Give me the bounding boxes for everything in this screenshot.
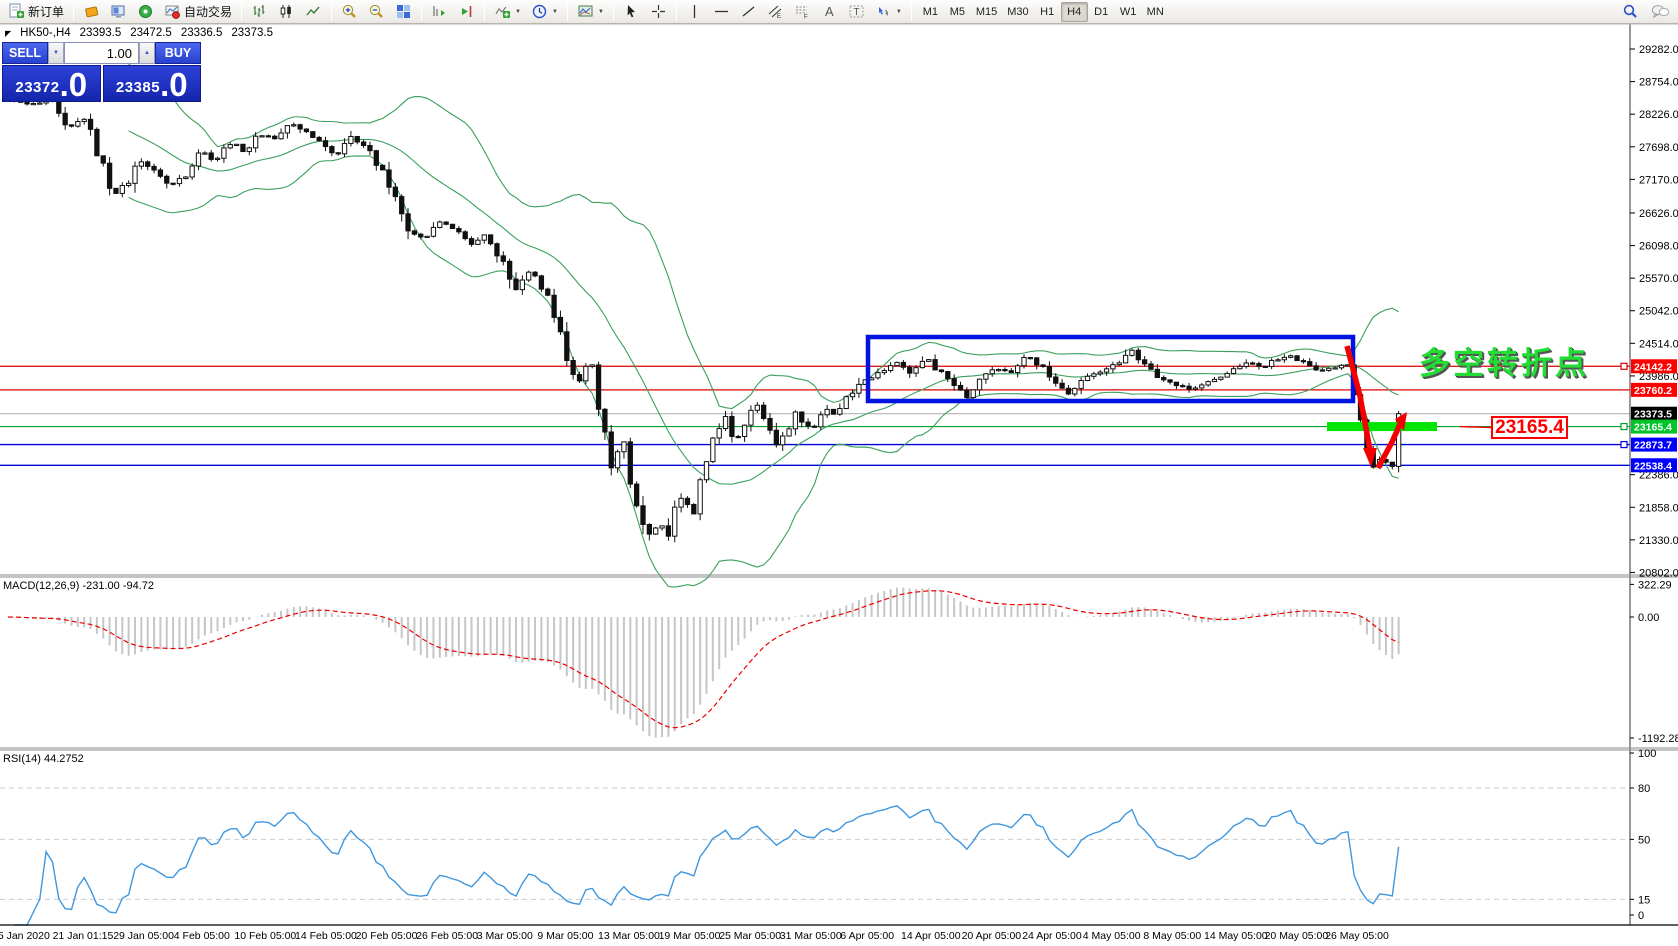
price-tick: 24514.0: [1639, 338, 1678, 350]
chart-canvas[interactable]: 29282.0 28754.0 28226.0 27698.0 27170.0 26626…: [0, 0, 1678, 946]
time-axis-label: 24 Apr 05:00: [1022, 930, 1082, 942]
price-level-badge: 23373.5: [1634, 409, 1672, 421]
low-value: 23336.5: [180, 27, 223, 39]
rsi-tick: 0: [1638, 910, 1644, 922]
time-axis-label: 14 May 05:00: [1204, 930, 1268, 942]
macd-label: MACD(12,26,9) -231.00 -94.72: [3, 580, 155, 592]
time-axis-label: 14 Apr 05:00: [901, 930, 961, 942]
price-tick: 21330.0: [1639, 535, 1678, 547]
time-axis-label: 3 Mar 05:00: [477, 930, 533, 942]
symbol-marker-icon: ◤: [5, 28, 12, 38]
time-axis-label: 6 Apr 05:00: [840, 930, 894, 942]
chart-ohlc-header: ◤ HK50-,H4 23393.5 23472.5 23336.5 23373…: [5, 27, 273, 39]
sell-button[interactable]: SELL: [2, 42, 48, 64]
volume-input[interactable]: [64, 42, 139, 64]
price-tick: 28226.0: [1639, 109, 1678, 121]
price-level-badge: 24142.2: [1634, 361, 1672, 373]
rsi-tick: 100: [1638, 748, 1656, 760]
price-level-badge: 22873.7: [1634, 440, 1672, 452]
price-level-badge: 23760.2: [1634, 385, 1672, 397]
time-axis-label: 20 May 05:00: [1265, 930, 1329, 942]
price-level-badge: 22538.4: [1634, 460, 1672, 472]
time-axis-label: 21 Jan 01:15: [53, 930, 114, 942]
time-axis-label: 13 Mar 05:00: [598, 930, 660, 942]
rsi-label: RSI(14) 44.2752: [3, 753, 84, 765]
time-axis-label: 19 Mar 05:00: [659, 930, 721, 942]
turning-point-annotation[interactable]: 多空转折点: [1419, 338, 1589, 383]
sell-price-frac: .0: [59, 66, 88, 103]
price-tick: 27698.0: [1639, 142, 1678, 154]
buy-price-display[interactable]: 23385 .0: [102, 65, 201, 103]
price-callout-box[interactable]: 23165.4: [1491, 416, 1568, 439]
volume-increase-button[interactable]: ▲: [139, 42, 155, 64]
time-axis-label: 20 Apr 05:00: [962, 930, 1022, 942]
macd-tick: -1192.28: [1638, 733, 1678, 745]
sell-price-display[interactable]: 23372 .0: [2, 65, 101, 102]
price-tick: 28754.0: [1639, 77, 1678, 89]
buy-button[interactable]: BUY: [155, 42, 201, 64]
time-axis-label: 26 Feb 05:00: [416, 930, 478, 942]
time-axis-label: 4 Feb 05:00: [174, 930, 230, 942]
open-value: 23393.5: [79, 27, 122, 39]
high-value: 23472.5: [130, 27, 172, 39]
buy-price-int: 23385: [115, 79, 161, 96]
volume-decrease-button[interactable]: ▼: [48, 42, 64, 64]
buy-price-frac: .0: [160, 66, 188, 103]
time-axis-label: 15 Jan 2020: [0, 930, 50, 942]
price-tick: 25042.0: [1639, 306, 1678, 318]
time-axis-label: 9 Mar 05:00: [537, 930, 593, 942]
price-tick: 27170.0: [1639, 174, 1678, 186]
time-axis-label: 29 Jan 05:00: [113, 930, 174, 942]
symbol-period: HK50-,H4: [20, 27, 71, 39]
time-axis-label: 4 May 05:00: [1083, 930, 1141, 942]
time-axis-label: 20 Feb 05:00: [356, 930, 418, 942]
trading-platform-window: 新订单 自动交易 ▼ ▼ ▼ E F A T ▼ M1 M5 M15 M30 H…: [0, 0, 1678, 946]
price-tick: 26098.0: [1639, 241, 1678, 253]
price-tick: 26626.0: [1639, 208, 1678, 220]
time-axis-label: 10 Feb 05:00: [234, 930, 296, 942]
rsi-tick: 80: [1638, 783, 1650, 795]
price-level-badge: 23165.4: [1634, 422, 1672, 434]
price-tick: 25570.0: [1639, 273, 1678, 285]
price-tick: 21858.0: [1639, 502, 1678, 514]
macd-tick: 322.29: [1638, 579, 1672, 591]
price-tick: 29282.0: [1639, 44, 1678, 56]
rsi-tick: 15: [1638, 894, 1650, 906]
sell-price-int: 23372: [15, 79, 60, 96]
macd-tick: 0.00: [1638, 612, 1659, 624]
time-axis-label: 26 May 05:00: [1325, 930, 1389, 942]
price-tick: 20802.0: [1639, 567, 1678, 579]
rsi-tick: 50: [1638, 834, 1650, 846]
close-value: 23373.5: [231, 27, 273, 39]
time-axis-label: 8 May 05:00: [1143, 930, 1201, 942]
time-axis-label: 14 Feb 05:00: [295, 930, 357, 942]
time-axis-label: 25 Mar 05:00: [719, 930, 781, 942]
time-axis-label: 31 Mar 05:00: [780, 930, 842, 942]
one-click-trade-panel: SELL ▼ ▲ BUY 23372 .0 23385 .0: [2, 42, 201, 102]
